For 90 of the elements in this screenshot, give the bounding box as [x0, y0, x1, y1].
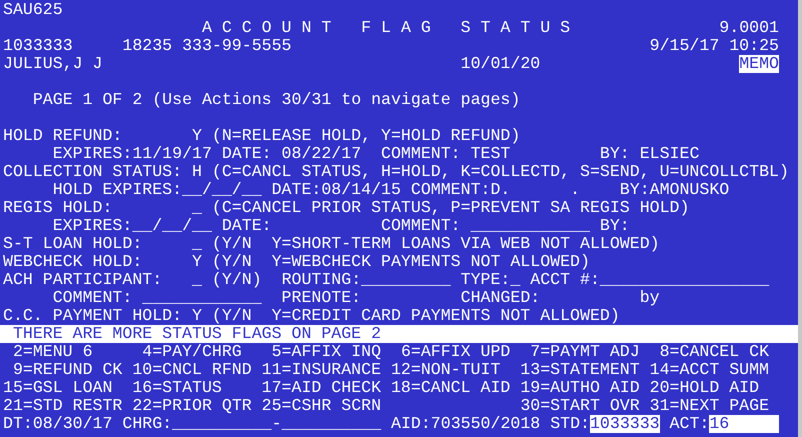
action-option: 9=REFUND CK	[12, 361, 122, 379]
fill-in-line[interactable]: _	[192, 271, 202, 289]
field-label: CHRG:	[122, 415, 172, 433]
field-value: 10/01/20	[460, 55, 540, 73]
screen-title: A C C O U N T F L A G S T A T U S	[202, 19, 570, 37]
field-label: HOLD EXPIRES:__/__/__	[52, 181, 262, 199]
action-option: 8=CANCEL CK	[660, 343, 770, 361]
field-label: ACT:	[670, 415, 710, 433]
field-label: COMMENT:D.	[410, 181, 510, 199]
fill-in-line[interactable]: ____________	[470, 217, 590, 235]
fill-in-line[interactable]: _	[510, 271, 520, 289]
hint-text: (Y/N Y=SHORT-TERM LOANS VIA WEB NOT ALLOWED)	[212, 235, 660, 253]
field-label: AID:703550/2018	[391, 415, 540, 433]
field-label: DT:08/30/17	[3, 415, 112, 433]
action-option: 17=AID CHECK	[262, 379, 382, 397]
hint-text: (Y/N Y=WEBCHECK PAYMENTS NOT ALLOWED)	[212, 253, 590, 271]
action-option: 14=ACCT SUMM	[650, 361, 770, 379]
field-value: 18235 333-99-5555	[122, 37, 292, 55]
action-option: 22=PRIOR QTR	[132, 397, 252, 415]
action-option: 16=STATUS	[132, 379, 222, 397]
action-option: 2=MENU 6	[12, 343, 93, 361]
fill-in-line[interactable]: _________	[361, 271, 451, 289]
action-option: 21=STD RESTR	[3, 397, 122, 415]
fill-in-line[interactable]: _	[192, 199, 202, 217]
action-option: 11=INSURANCE	[262, 361, 382, 379]
fill-in-line[interactable]: _	[192, 235, 202, 253]
memo-indicator[interactable]: MEMO	[739, 55, 779, 73]
fill-in-line[interactable]: __________	[282, 415, 382, 433]
field-label: REGIS HOLD:	[3, 199, 112, 217]
field-value: JULIUS,J J	[3, 55, 102, 73]
field-label: -	[272, 415, 282, 433]
field-label: EXPIRES:__/__/__	[52, 217, 212, 235]
action-option: 20=HOLD AID	[650, 379, 760, 397]
field-value: Y	[192, 127, 202, 145]
field-label: DATE:08/14/15	[272, 181, 401, 199]
field-value: 9.0001	[719, 19, 779, 37]
fill-in-line[interactable]: __________	[172, 415, 272, 433]
field-label: ACH PARTICIPANT:	[3, 271, 162, 289]
action-option: 7=PAYMT ADJ	[530, 343, 640, 361]
hint-text: (C=CANCL STATUS, H=HOLD, K=COLLECTD, S=SEND, U=UNCOLLCTBL)	[212, 163, 789, 181]
hint-text: (N=RELEASE HOLD, Y=HOLD REFUND)	[212, 127, 520, 145]
field-label: by	[640, 289, 660, 307]
hint-text: (Y/N)	[212, 271, 262, 289]
field-label: TYPE:	[460, 271, 510, 289]
field-label: DATE:	[222, 217, 272, 235]
action-option: 10=CNCL RFND	[132, 361, 252, 379]
field-label: PRENOTE:	[282, 289, 362, 307]
hint-text: (Y/N Y=CREDIT CARD PAYMENTS NOT ALLOWED)	[212, 307, 620, 325]
input-field[interactable]: 1033333	[590, 415, 660, 433]
action-option: 19=AUTHO AID	[520, 379, 640, 397]
action-option: 6=AFFIX UPD	[400, 343, 510, 361]
input-field[interactable]: 16	[709, 415, 779, 433]
field-label: SAU625	[3, 1, 63, 19]
action-option: 15=GSL LOAN	[3, 379, 112, 397]
action-option: 13=STATEMENT	[520, 361, 640, 379]
field-label: EXPIRES:11/19/17	[52, 145, 212, 163]
action-option: 25=CSHR SCRN	[262, 397, 382, 415]
fill-in-line[interactable]: ____________	[142, 289, 262, 307]
action-option: 4=PAY/CHRG	[142, 343, 242, 361]
field-label: DATE: 08/22/17	[222, 145, 362, 163]
field-value: Y	[192, 307, 202, 325]
field-label: WEBCHECK HOLD:	[3, 253, 142, 271]
field-label: CHANGED:	[460, 289, 540, 307]
field-label: COMMENT: TEST	[381, 145, 510, 163]
field-label: COLLECTION STATUS:	[3, 163, 182, 181]
field-value: Y	[192, 253, 202, 271]
status-message: THERE ARE MORE STATUS FLAGS ON PAGE 2	[12, 325, 382, 343]
action-option: 30=START OVR	[520, 397, 640, 415]
field-label: COMMENT:	[381, 217, 461, 235]
hint-text: (C=CANCEL PRIOR STATUS, P=PREVENT SA REGIS HOLD)	[212, 199, 690, 217]
field-label: ACCT #:	[530, 271, 600, 289]
field-label: S-T LOAN HOLD:	[3, 235, 142, 253]
field-value: H	[192, 163, 202, 181]
action-option: 12=NON-TUIT	[390, 361, 500, 379]
field-label: COMMENT:	[52, 289, 132, 307]
action-option: 18=CANCL AID	[390, 379, 510, 397]
action-option: 5=AFFIX INQ	[272, 343, 382, 361]
field-value: 1033333	[3, 37, 73, 55]
field-value: .	[570, 181, 580, 199]
field-label: BY:	[600, 217, 630, 235]
field-label: C.C. PAYMENT HOLD:	[3, 307, 182, 325]
field-label: BY: ELSIEC	[600, 145, 700, 163]
action-option: 31=NEXT PAGE	[650, 397, 770, 415]
field-value: 9/15/17 10:25	[650, 37, 779, 55]
hint-text: PAGE 1 OF 2 (Use Actions 30/31 to navigate pages)	[32, 91, 520, 109]
field-label: STD:	[550, 415, 590, 433]
field-label: HOLD REFUND:	[3, 127, 122, 145]
field-label: BY:AMONUSKO	[620, 181, 730, 199]
field-label: ROUTING:	[282, 271, 362, 289]
fill-in-line[interactable]: _________________	[600, 271, 770, 289]
